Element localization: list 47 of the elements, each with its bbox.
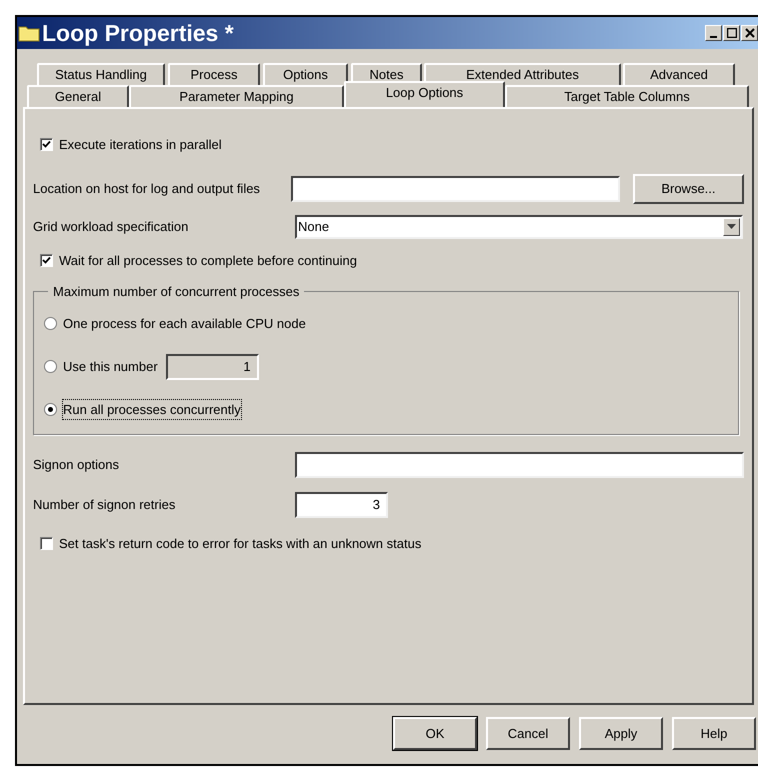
tab[interactable]: Parameter Mapping (129, 85, 344, 107)
window-title: Loop Properties * (42, 18, 234, 48)
field-label: Grid workload specification (33, 218, 190, 236)
radio-label: One process for each available CPU node (63, 314, 306, 333)
field-label: Number of signon retries (33, 496, 176, 514)
caret-icon (727, 224, 736, 229)
tab[interactable]: General (27, 85, 129, 107)
tab[interactable]: Target Table Columns (505, 85, 749, 107)
browse-button[interactable]: Browse... (632, 174, 744, 204)
radio-button[interactable] (44, 360, 57, 373)
group-title: Maximum number of concurrent processes (52, 283, 300, 301)
radio-button[interactable] (44, 403, 57, 416)
checkbox[interactable] (40, 536, 53, 550)
checkbox-label: Set task's return code to error for tasks with an unknown status (59, 534, 422, 552)
checkbox[interactable] (40, 254, 53, 267)
maximize-button[interactable] (723, 25, 740, 41)
check-icon (42, 256, 51, 265)
checkbox-label: Wait for all processes to complete before continuing (59, 252, 357, 270)
checkbox[interactable] (40, 138, 53, 152)
close-icon (744, 28, 754, 38)
tab[interactable]: Process (168, 63, 260, 85)
checkbox-label: Execute iterations in parallel (59, 136, 222, 154)
location-field[interactable] (290, 176, 620, 202)
radio-label: Run all processes concurrently (63, 400, 241, 420)
tab[interactable]: Status Handling (37, 63, 165, 85)
tab[interactable]: Loop Options (344, 81, 505, 107)
close-button[interactable] (741, 25, 758, 41)
dialog-button[interactable]: Help (672, 717, 756, 750)
check-icon (42, 140, 51, 150)
radio-button[interactable] (44, 317, 57, 330)
number-field[interactable]: 1 (166, 354, 259, 380)
field-label: Signon options (33, 456, 120, 474)
tab[interactable]: Options (263, 63, 348, 85)
folder-icon (18, 24, 40, 42)
signon-options-field[interactable] (294, 452, 744, 478)
minimize-icon (710, 36, 717, 38)
tab[interactable]: Extended Attributes (424, 63, 621, 85)
tab[interactable]: Advanced (623, 63, 735, 85)
field-label: Location on host for log and output files (33, 180, 261, 198)
dialog-button[interactable]: Cancel (486, 717, 570, 750)
dialog-button[interactable]: Apply (579, 717, 663, 750)
maximize-icon (726, 28, 736, 38)
radio-label: Use this number (63, 358, 158, 376)
dialog-button[interactable]: OK (393, 717, 477, 750)
minimize-button[interactable] (705, 25, 722, 41)
workload-dropdown[interactable]: None (295, 214, 743, 238)
retries-field[interactable]: 3 (295, 492, 388, 518)
